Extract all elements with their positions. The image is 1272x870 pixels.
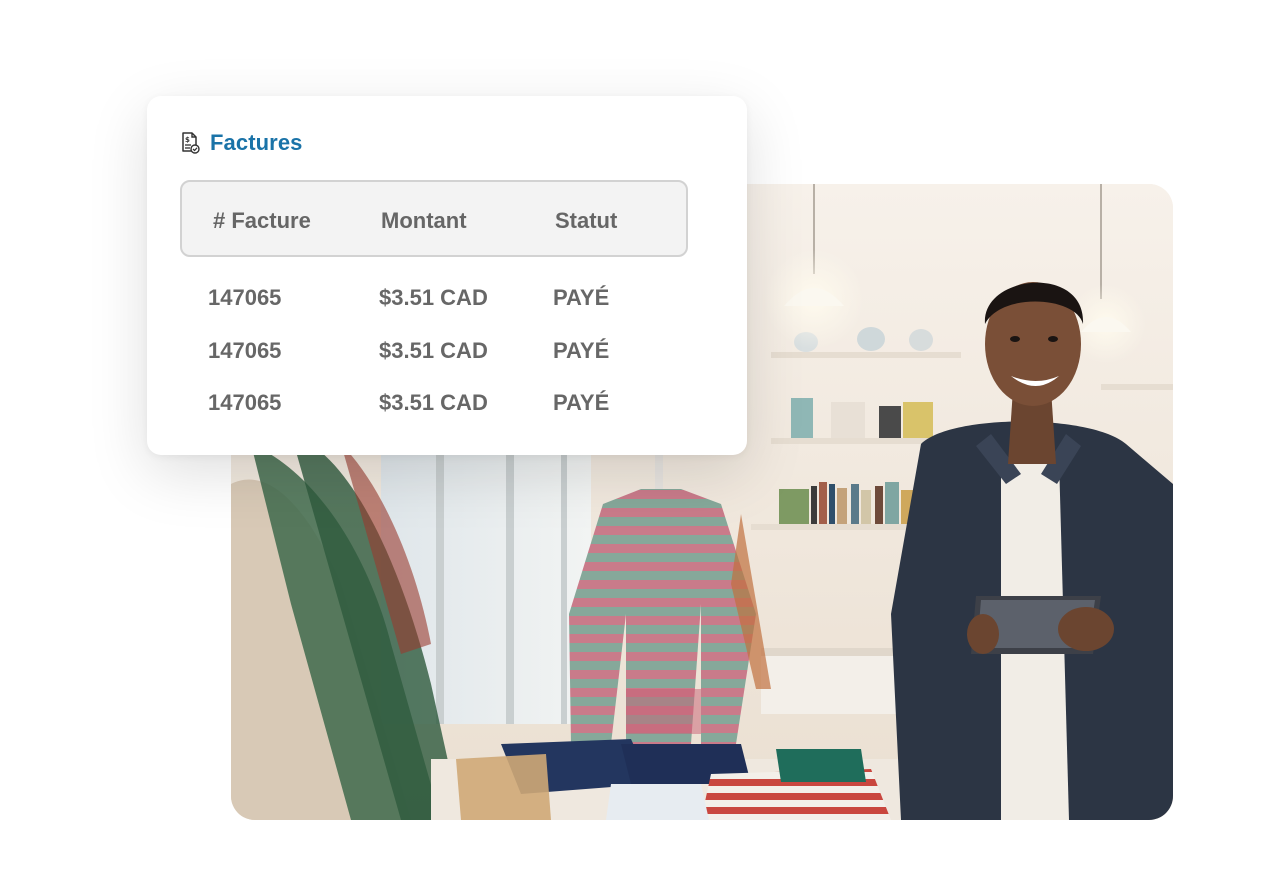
invoice-amount: $3.51 CAD [379, 390, 488, 415]
invoice-amount: $3.51 CAD [379, 338, 488, 363]
table-row[interactable]: 147065 $3.51 CAD PAYÉ [147, 285, 747, 315]
invoice-amount: $3.51 CAD [379, 285, 488, 310]
table-header: # Facture Montant Statut [180, 180, 688, 257]
card-title: Factures [210, 130, 303, 155]
table-row[interactable]: 147065 $3.51 CAD PAYÉ [147, 338, 747, 368]
invoice-status: PAYÉ [553, 285, 610, 310]
svg-text:$: $ [185, 136, 190, 144]
card-header: $ Factures [180, 130, 303, 156]
column-header-amount: Montant [381, 208, 467, 233]
table-row[interactable]: 147065 $3.51 CAD PAYÉ [147, 390, 747, 420]
page: $ Factures # Facture Montant Statut 1470… [0, 0, 1272, 870]
column-header-status: Statut [555, 208, 618, 233]
invoice-number: 147065 [208, 390, 282, 415]
invoice-icon: $ [180, 132, 200, 154]
column-header-invoice: # Facture [213, 208, 311, 233]
invoices-card: $ Factures # Facture Montant Statut 1470… [147, 96, 747, 455]
invoice-number: 147065 [208, 285, 282, 310]
invoice-status: PAYÉ [553, 338, 610, 363]
invoice-status: PAYÉ [553, 390, 610, 415]
invoice-number: 147065 [208, 338, 282, 363]
